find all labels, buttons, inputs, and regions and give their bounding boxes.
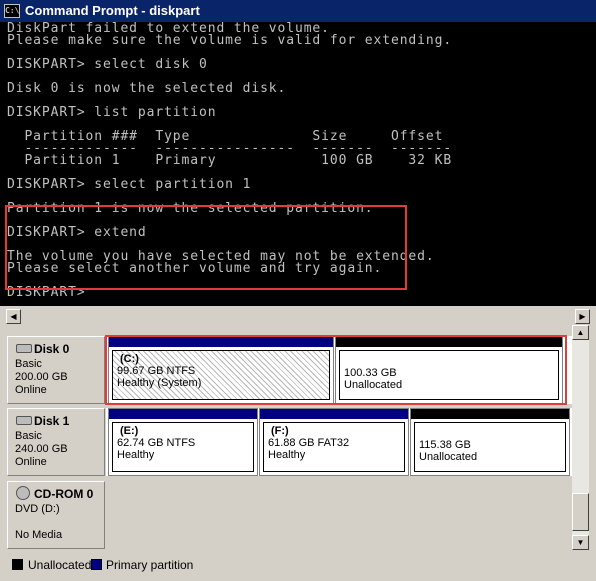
disk-highlight-box bbox=[105, 335, 567, 405]
disk-size: 200.00 GB bbox=[15, 371, 68, 383]
legend: Unallocated Primary partition bbox=[7, 556, 591, 575]
command-prompt-icon: C:\ bbox=[4, 4, 20, 18]
legend-primary: Primary partition bbox=[106, 558, 194, 572]
console-line: Please make sure the volume is valid for… bbox=[7, 33, 453, 48]
disk-type: DVD (D:) bbox=[15, 503, 60, 515]
console-highlight-box bbox=[5, 205, 407, 290]
partition-status: Healthy bbox=[268, 449, 306, 461]
disk-name: CD-ROM 0 bbox=[34, 487, 94, 501]
scroll-down-button[interactable]: ▼ bbox=[572, 535, 589, 550]
unallocated-swatch bbox=[12, 559, 23, 570]
disk-name: Disk 1 bbox=[34, 414, 70, 428]
console-line: DISKPART> list partition bbox=[7, 105, 217, 120]
disk-1-partitions: (E:) 62.74 GB NTFS Healthy (F:) 61.88 GB… bbox=[106, 408, 572, 476]
disk-1-label[interactable]: Disk 1 Basic 240.00 GB Online bbox=[7, 408, 105, 476]
partition-info: 115.38 GB Unallocated bbox=[414, 422, 566, 472]
cdrom-icon bbox=[16, 486, 30, 500]
disk-status: Online bbox=[15, 456, 47, 468]
unallocated-bar bbox=[411, 409, 569, 419]
drive-letter: (F:) bbox=[271, 425, 289, 437]
partition-info: (E:) 62.74 GB NTFS Healthy bbox=[112, 422, 254, 472]
disk-status: No Media bbox=[15, 529, 63, 541]
scroll-left-button[interactable]: ◀ bbox=[6, 309, 21, 324]
partition-e[interactable]: (E:) 62.74 GB NTFS Healthy bbox=[108, 408, 258, 476]
title-bar[interactable]: C:\ Command Prompt - diskpart bbox=[0, 0, 596, 23]
primary-partition-bar bbox=[260, 409, 408, 419]
hard-disk-icon bbox=[16, 344, 32, 353]
partition-status: Healthy bbox=[117, 449, 155, 461]
scroll-up-button[interactable]: ▲ bbox=[572, 325, 589, 340]
primary-partition-bar bbox=[109, 409, 257, 419]
command-prompt-window[interactable]: C:\ Command Prompt - diskpart DiskPart f… bbox=[0, 0, 596, 306]
cdrom-0-area bbox=[106, 481, 572, 549]
partition-size: 61.88 GB FAT32 bbox=[268, 437, 350, 449]
window-title: Command Prompt - diskpart bbox=[25, 3, 200, 18]
console-line: DISKPART> select partition 1 bbox=[7, 177, 252, 192]
partition-status: Unallocated bbox=[419, 451, 478, 463]
scroll-thumb[interactable] bbox=[572, 493, 589, 531]
partition-info: (F:) 61.88 GB FAT32 Healthy bbox=[263, 422, 405, 472]
disk-name: Disk 0 bbox=[34, 342, 70, 356]
disk-size: 240.00 GB bbox=[15, 443, 68, 455]
primary-partition-swatch bbox=[91, 559, 102, 570]
disk-0-label[interactable]: Disk 0 Basic 200.00 GB Online bbox=[7, 336, 105, 404]
console-line: DISKPART> select disk 0 bbox=[7, 57, 208, 72]
partition-size: 62.74 GB NTFS bbox=[117, 437, 196, 449]
console-line: Disk 0 is now the selected disk. bbox=[7, 81, 287, 96]
hard-disk-icon bbox=[16, 416, 32, 425]
console-line: Partition 1 Primary 100 GB 32 KB bbox=[7, 153, 453, 168]
legend-unallocated: Unallocated bbox=[28, 558, 92, 572]
cdrom-0-label[interactable]: CD-ROM 0 DVD (D:) No Media bbox=[7, 481, 105, 549]
drive-letter: (E:) bbox=[120, 425, 139, 437]
unallocated-space-disk-1[interactable]: 115.38 GB Unallocated bbox=[410, 408, 570, 476]
disk-type: Basic bbox=[15, 430, 42, 442]
disk-status: Online bbox=[15, 384, 47, 396]
disk-type: Basic bbox=[15, 358, 42, 370]
scroll-right-button[interactable]: ▶ bbox=[575, 309, 590, 324]
partition-f[interactable]: (F:) 61.88 GB FAT32 Healthy bbox=[259, 408, 409, 476]
vertical-scrollbar[interactable]: ▲ ▼ bbox=[572, 325, 589, 550]
horizontal-scrollbar[interactable]: ◀ ▶ bbox=[6, 309, 590, 324]
partition-size: 115.38 GB bbox=[419, 439, 471, 451]
